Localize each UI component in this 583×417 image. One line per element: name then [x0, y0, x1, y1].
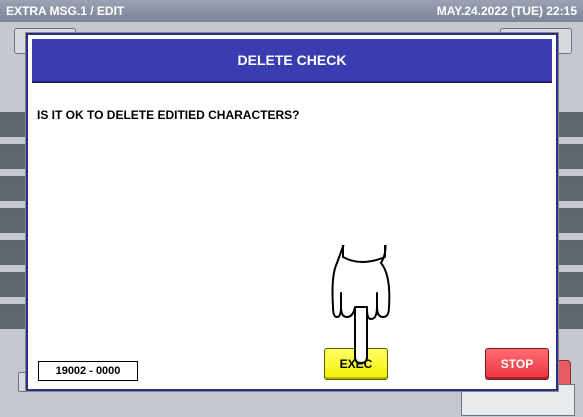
error-code-box: 19002 - 0000 — [38, 361, 138, 381]
background-row — [557, 112, 583, 137]
datetime: MAY.24.2022 (TUE) 22:15 — [436, 4, 577, 18]
dialog-title: DELETE CHECK — [32, 39, 552, 83]
background-row — [557, 144, 583, 169]
background-row — [557, 304, 583, 329]
top-bar: EXTRA MSG.1 / EDIT MAY.24.2022 (TUE) 22:… — [0, 0, 583, 22]
pointing-hand-icon — [331, 245, 391, 364]
delete-check-dialog: DELETE CHECK IS IT OK TO DELETE EDITIED … — [26, 33, 558, 391]
screen-title: EXTRA MSG.1 / EDIT — [6, 4, 125, 18]
background-row — [557, 240, 583, 265]
background-row — [557, 208, 583, 233]
background-row — [557, 272, 583, 297]
background-row — [557, 176, 583, 201]
dialog-message: IS IT OK TO DELETE EDITIED CHARACTERS? — [37, 108, 300, 122]
stop-button[interactable]: STOP — [485, 348, 549, 380]
